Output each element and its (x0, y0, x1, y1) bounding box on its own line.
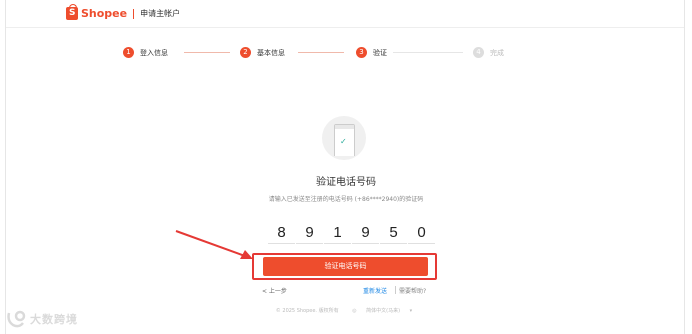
code-digit[interactable]: 1 (324, 224, 351, 244)
header: S Shopee 申请主帐户 (6, 0, 684, 28)
phone-icon: ✓ (334, 124, 355, 156)
step-number: 4 (473, 47, 484, 58)
code-digit[interactable]: 5 (380, 224, 407, 244)
header-divider (133, 8, 135, 19)
step-2: 2 基本信息 (240, 47, 285, 58)
watermark-logo-icon (7, 310, 26, 328)
phone-verification-illustration: ✓ (322, 116, 366, 160)
help-link[interactable]: 需要帮助? (399, 286, 426, 295)
verification-code-input[interactable]: 8 9 1 9 5 0 (268, 224, 436, 244)
chevron-down-icon: ▾ (409, 308, 413, 314)
code-digit[interactable]: 8 (268, 224, 295, 244)
annotation-arrow-icon (175, 230, 253, 259)
brand-icon-letter: S (69, 8, 76, 18)
brand[interactable]: S Shopee 申请主帐户 (66, 4, 181, 20)
progress-stepper: 1 登入信息 2 基本信息 3 验证 4 完成 (118, 47, 518, 63)
resend-link[interactable]: 重新发送 (363, 286, 387, 295)
language-selector[interactable]: ◎ 简体中文(马来) ▾ (348, 308, 416, 314)
copyright-text: © 2025 Shopee. 版权所有 (275, 308, 339, 314)
shopee-bag-icon: S (66, 4, 78, 20)
step-3: 3 验证 (356, 47, 387, 58)
watermark-text: 大数跨境 (30, 313, 78, 326)
step-label: 登入信息 (140, 48, 168, 57)
step-connector (298, 52, 344, 53)
code-digit[interactable]: 9 (352, 224, 379, 244)
check-icon: ✓ (340, 137, 347, 146)
step-label: 基本信息 (257, 48, 285, 57)
code-digit[interactable]: 0 (408, 224, 435, 244)
step-number: 2 (240, 47, 251, 58)
step-1: 1 登入信息 (123, 47, 168, 58)
globe-icon: ◎ (352, 308, 357, 314)
step-number: 1 (123, 47, 134, 58)
footer: © 2025 Shopee. 版权所有 ◎ 简体中文(马来) ▾ (0, 307, 692, 314)
brand-name: Shopee (81, 7, 128, 20)
step-label: 完成 (490, 48, 504, 57)
verify-description: 请输入已发送至注册的电话号码 (+86****2940)的验证码 (268, 196, 424, 203)
page-title: 申请主帐户 (140, 9, 181, 18)
link-divider (395, 286, 396, 294)
step-4: 4 完成 (473, 47, 504, 58)
back-link[interactable]: < 上一步 (262, 286, 287, 295)
verify-phone-button[interactable]: 验证电话号码 (263, 257, 428, 276)
verify-title: 验证电话号码 (316, 177, 376, 188)
step-connector (184, 52, 230, 53)
step-connector (393, 52, 463, 53)
watermark: 大数跨境 (5, 309, 78, 329)
step-label: 验证 (373, 48, 387, 57)
code-digit[interactable]: 9 (296, 224, 323, 244)
language-label: 简体中文(马来) (366, 308, 401, 314)
step-number: 3 (356, 47, 367, 58)
